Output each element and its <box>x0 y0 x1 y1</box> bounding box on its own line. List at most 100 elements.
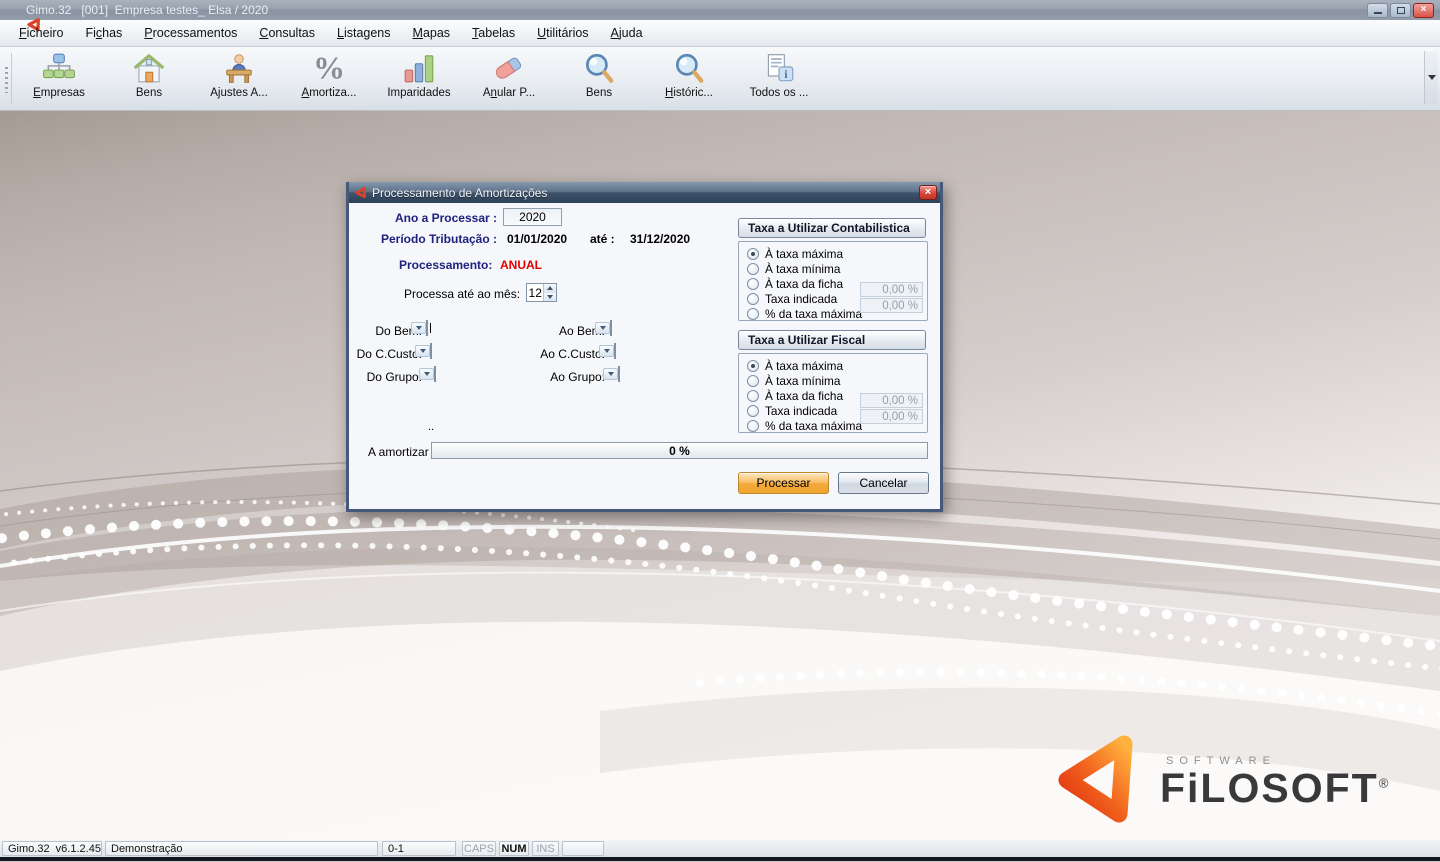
minimize-button[interactable] <box>1367 3 1388 18</box>
status-counter: 0-1 <box>382 841 456 856</box>
menu-ficheiro[interactable]: Ficheiro <box>8 21 74 45</box>
chevron-down-icon <box>420 349 426 353</box>
toolbar-grip[interactable] <box>2 53 12 104</box>
dialog-close-button[interactable]: × <box>919 185 937 200</box>
dialog-title: Processamento de Amortizações <box>372 186 547 200</box>
toolbar-button-imparidades[interactable]: Imparidades <box>374 47 464 110</box>
toolbar-overflow-button[interactable] <box>1424 51 1438 104</box>
window-bottom-edge <box>0 857 1440 861</box>
from-grupo-combo[interactable] <box>434 366 436 382</box>
close-icon: × <box>1421 5 1427 15</box>
percent-icon: % <box>312 52 346 84</box>
progress-label: A amortizar <box>368 445 429 459</box>
toolbar-button-historico[interactable]: Históric... <box>644 47 734 110</box>
dialog-titlebar[interactable]: Processamento de Amortizações × <box>349 182 940 203</box>
filosoft-mark-icon <box>1052 729 1152 824</box>
combo-dropdown-button[interactable] <box>419 368 434 380</box>
toolbar-button-bens[interactable]: Bens <box>104 47 194 110</box>
to-grupo-combo[interactable] <box>618 366 620 382</box>
chevron-down-icon <box>416 326 422 330</box>
from-bem-combo[interactable] <box>426 320 428 336</box>
combo-dropdown-button[interactable] <box>411 322 426 334</box>
svg-text:%: % <box>313 52 345 84</box>
process-button[interactable]: Processar <box>738 472 829 494</box>
tax-group-contabilistica-header[interactable]: Taxa a Utilizar Contabilistica <box>738 218 926 238</box>
filosoft-logo: SOFTWARE FiLOSOFT® <box>1052 721 1382 831</box>
svg-text:i: i <box>784 69 787 81</box>
to-grupo-label: Ao Grupo: <box>499 370 605 384</box>
eraser-icon <box>492 52 526 84</box>
dots-text: .. <box>428 421 434 433</box>
desktop-background: SOFTWARE FiLOSOFT® Processamento de Amor… <box>0 111 1440 840</box>
chevron-down-icon <box>1428 75 1436 80</box>
radio-option[interactable]: À taxa máxima <box>739 358 927 373</box>
from-ccusto-label: Do C.Custo: <box>349 347 422 361</box>
toolbar-button-ajustes[interactable]: Ajustes A... <box>194 47 284 110</box>
menu-consultas[interactable]: Consultas <box>248 21 326 45</box>
menu-mapas[interactable]: Mapas <box>402 21 462 45</box>
radio-option[interactable]: À taxa máxima <box>739 246 927 261</box>
spin-up-button[interactable] <box>544 284 556 293</box>
menu-bar: Ficheiro Fichas Processamentos Consultas… <box>0 20 1440 47</box>
processing-label: Processamento: <box>399 258 492 272</box>
from-ccusto-combo[interactable] <box>430 343 432 359</box>
logo-brand-text: FiLOSOFT <box>1160 765 1379 811</box>
to-ccusto-combo[interactable] <box>614 343 616 359</box>
progress-bar: 0 % <box>431 442 928 459</box>
bar-chart-icon <box>402 52 436 84</box>
text-cursor <box>430 323 431 333</box>
tax-group-fiscal-header[interactable]: Taxa a Utilizar Fiscal <box>738 330 926 350</box>
window-title: Gimo.32 [001] Empresa testes_ Elsa / 202… <box>26 3 268 17</box>
month-value: 12 <box>527 284 543 301</box>
status-bar: Gimo.32 v6.1.2.45 Demonstração 0-1 CAPS … <box>0 840 1440 857</box>
radio-option[interactable]: À taxa mínima <box>739 261 927 276</box>
period-end-value: 31/12/2020 <box>630 232 690 246</box>
restore-button[interactable] <box>1390 3 1411 18</box>
cancel-button[interactable]: Cancelar <box>838 472 929 494</box>
combo-dropdown-button[interactable] <box>415 345 430 357</box>
close-icon: × <box>925 187 931 198</box>
toolbar-button-bens-consulta[interactable]: Bens <box>554 47 644 110</box>
combo-dropdown-button[interactable] <box>595 322 610 334</box>
to-bem-combo[interactable] <box>610 320 612 336</box>
to-bem-label: Ao Bem: <box>499 324 605 338</box>
radio-icon <box>747 390 759 402</box>
toolbar-button-empresas[interactable]: Empresas <box>14 47 104 110</box>
toolbar-button-amortizacoes[interactable]: % Amortiza... <box>284 47 374 110</box>
menu-listagens[interactable]: Listagens <box>326 21 402 45</box>
app-logo-icon <box>6 3 21 17</box>
spin-down-button[interactable] <box>544 293 556 302</box>
radio-icon <box>747 360 759 372</box>
magnifier-icon <box>672 52 706 84</box>
menu-ajuda[interactable]: Ajuda <box>600 21 654 45</box>
from-grupo-label: Do Grupo: <box>349 370 422 384</box>
status-app-version: Gimo.32 v6.1.2.45 <box>2 841 102 856</box>
dialog-logo-icon <box>354 186 367 199</box>
house-icon <box>132 52 166 84</box>
radio-option[interactable]: À taxa mínima <box>739 373 927 388</box>
radio-icon <box>747 420 759 432</box>
chevron-down-icon <box>608 372 614 376</box>
year-field[interactable]: 2020 <box>503 208 562 226</box>
combo-dropdown-button[interactable] <box>603 368 618 380</box>
menu-fichas[interactable]: Fichas <box>74 21 133 45</box>
chevron-up-icon <box>547 286 553 290</box>
window-titlebar: Gimo.32 [001] Empresa testes_ Elsa / 202… <box>0 0 1440 20</box>
radio-icon <box>747 308 759 320</box>
combo-dropdown-button[interactable] <box>599 345 614 357</box>
close-button[interactable]: × <box>1413 3 1434 18</box>
month-spinner[interactable]: 12 <box>526 283 557 302</box>
rate-percent-max-field: 0,00 % <box>860 409 923 424</box>
menu-utilitarios[interactable]: Utilitários <box>526 21 599 45</box>
radio-icon <box>747 248 759 260</box>
toolbar-button-todos[interactable]: i Todos os ... <box>734 47 824 110</box>
menu-tabelas[interactable]: Tabelas <box>461 21 526 45</box>
rate-percent-max-field: 0,00 % <box>860 298 923 313</box>
month-label: Processa até ao mês: <box>404 287 520 301</box>
menu-processamentos[interactable]: Processamentos <box>133 21 248 45</box>
restore-icon <box>1397 7 1405 14</box>
toolbar-button-anular[interactable]: Anular P... <box>464 47 554 110</box>
minimize-icon <box>1374 12 1382 14</box>
radio-icon <box>747 293 759 305</box>
chevron-down-icon <box>424 372 430 376</box>
